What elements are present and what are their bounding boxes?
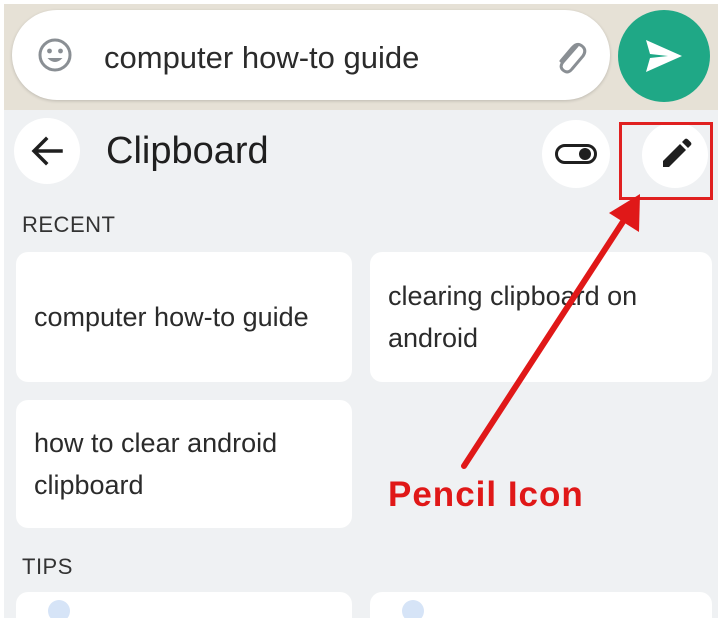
tip-card[interactable] [16,592,352,618]
clipboard-toggle-button[interactable] [542,120,610,188]
clipboard-item[interactable]: how to clear android clipboard [16,400,352,528]
message-input[interactable]: computer how-to guide [12,10,610,100]
toggle-switch-icon [555,144,597,164]
screenshot-frame: computer how-to guide Clipboard RECENT c… [4,4,718,618]
back-button[interactable] [14,118,80,184]
emoji-icon[interactable] [38,38,72,72]
clipboard-item-text: clearing clipboard on android [388,281,638,353]
paperclip-icon[interactable] [552,38,588,76]
clipboard-item-text: how to clear android clipboard [34,428,278,500]
send-button[interactable] [618,10,710,102]
tips-section-label: TIPS [22,554,73,579]
clipboard-item[interactable]: clearing clipboard on android [370,252,712,382]
clipboard-item-text: computer how-to guide [34,302,309,332]
pencil-highlight-box [619,122,713,200]
chat-input-bar: computer how-to guide [4,4,718,110]
recent-section-label: RECENT [22,212,116,237]
tip-card[interactable] [370,592,712,618]
message-text: computer how-to guide [104,40,420,75]
tip-icon [402,600,424,618]
annotation-label: Pencil Icon [388,475,584,514]
tip-icon [48,600,70,618]
clipboard-item[interactable]: computer how-to guide [16,252,352,382]
page-title: Clipboard [106,130,269,172]
arrow-left-icon [31,136,63,166]
send-arrow-icon [646,40,682,72]
